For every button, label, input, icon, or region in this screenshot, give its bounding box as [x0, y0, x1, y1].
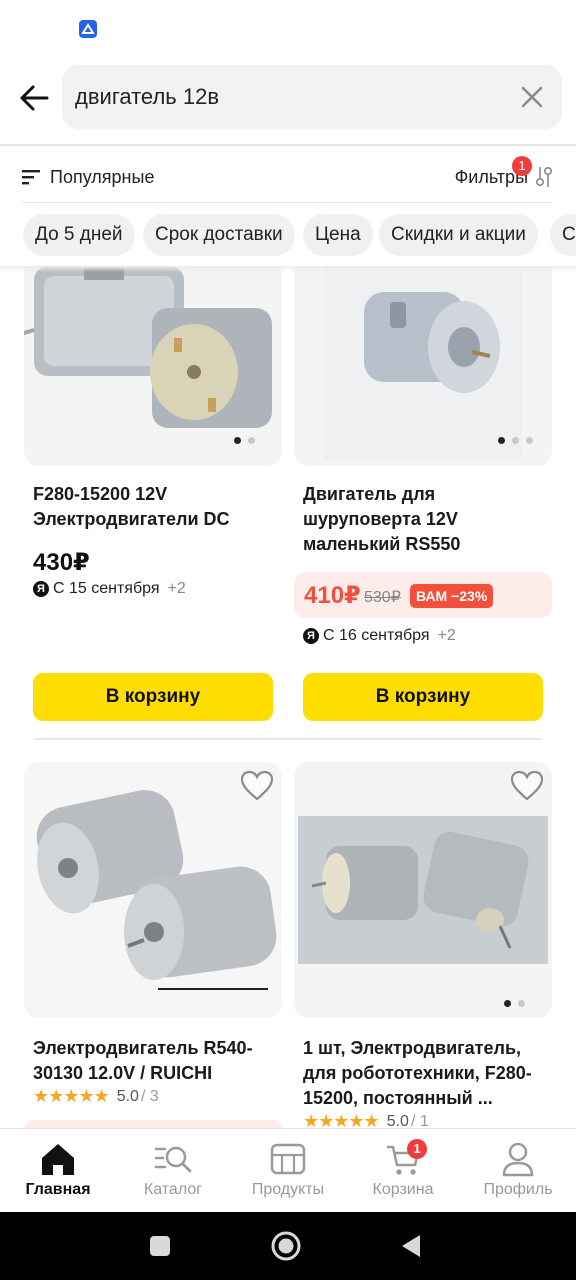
image-carousel-dots: [234, 437, 255, 444]
rating-stars: ★★★★★: [33, 1086, 110, 1106]
nav-label: Корзина: [372, 1181, 434, 1198]
sale-price-box: 410₽ 530₽ ВАМ −23%: [294, 572, 552, 618]
sort-button[interactable]: Популярные: [22, 164, 154, 190]
add-to-cart-button[interactable]: В корзину: [33, 673, 273, 721]
sort-label: Популярные: [50, 166, 155, 187]
rating-count: / 1: [410, 1112, 429, 1129]
small-dc-motor-image: [24, 266, 272, 428]
nav-products[interactable]: Продукты: [233, 1141, 343, 1203]
status-bar: [0, 0, 576, 56]
product-image[interactable]: [24, 762, 282, 1018]
grocery-basket-icon: [270, 1143, 306, 1175]
rs550-motor-image: [324, 266, 522, 460]
sort-divider: [22, 202, 552, 203]
sort-filter-bar: Популярные Фильтры 1: [0, 146, 576, 204]
product-rating: ★★★★★ 5.0 / 3: [33, 1086, 159, 1107]
favorite-button[interactable]: [510, 770, 544, 802]
product-rating: ★★★★★ 5.0 / 1: [303, 1111, 429, 1128]
filters-count-badge: 1: [512, 156, 532, 176]
sale-box-peek: [24, 1120, 282, 1128]
recents-square-icon: [150, 1236, 170, 1256]
system-navigation-bar: [0, 1212, 576, 1280]
image-carousel-dots: [504, 1000, 525, 1007]
recents-button[interactable]: [144, 1230, 176, 1262]
product-title[interactable]: Электродвигатель R540-30130 12.0V / RUIC…: [33, 1036, 283, 1086]
chip-delivery-time[interactable]: Срок доставки: [143, 214, 295, 256]
product-image[interactable]: [294, 266, 552, 466]
filters-button[interactable]: Фильтры 1: [455, 156, 554, 190]
old-price: 530₽: [364, 589, 401, 606]
row-divider: [34, 738, 542, 740]
search-header: двигатель 12в: [0, 56, 576, 144]
product-image[interactable]: [294, 762, 552, 1018]
favorite-button[interactable]: [240, 770, 274, 802]
cart-count-badge: 1: [407, 1139, 427, 1159]
profile-icon: [502, 1142, 534, 1177]
yandex-logo-icon: Я: [303, 628, 319, 644]
rating-stars: ★★★★★: [303, 1111, 380, 1128]
chip-discounts[interactable]: Скидки и акции: [379, 214, 538, 256]
delivery-extra-count: +2: [167, 580, 186, 597]
home-system-button[interactable]: [270, 1230, 302, 1262]
add-to-cart-button[interactable]: В корзину: [303, 673, 543, 721]
heart-icon: [240, 770, 274, 801]
heart-icon: [510, 770, 544, 801]
delivery-info: Я С 15 сентября +2: [33, 580, 186, 598]
nav-label: Главная: [25, 1181, 91, 1198]
delivery-info: Я С 16 сентября +2: [303, 627, 456, 645]
nav-profile[interactable]: Профиль: [463, 1141, 573, 1203]
filters-sliders-icon: [535, 166, 553, 187]
discount-badge: ВАМ −23%: [410, 584, 494, 608]
chip-delivery-5-days[interactable]: До 5 дней: [23, 214, 135, 256]
search-query-text: двигатель 12в: [75, 84, 220, 109]
quick-filter-chips: До 5 дней Срок доставки Цена Скидки и ак…: [0, 214, 576, 258]
nav-home[interactable]: Главная: [3, 1141, 113, 1203]
nav-catalog[interactable]: Каталог: [118, 1141, 228, 1203]
delivery-date: С 16 сентября: [323, 627, 430, 644]
close-icon: [521, 86, 543, 108]
search-input[interactable]: двигатель 12в: [62, 65, 562, 129]
product-title[interactable]: Двигатель для шуруповерта 12V маленький …: [303, 482, 553, 557]
nav-cart[interactable]: 1 Корзина: [348, 1139, 458, 1203]
chip-price[interactable]: Цена: [303, 214, 373, 256]
back-system-button[interactable]: [396, 1230, 428, 1262]
rating-value: 5.0: [386, 1112, 409, 1129]
product-image[interactable]: [24, 266, 282, 466]
sale-price: 410₽: [304, 582, 361, 609]
yandex-logo-icon: Я: [33, 581, 49, 597]
rating-value: 5.0: [116, 1087, 139, 1105]
sort-icon: [22, 170, 40, 185]
image-carousel-dots: [498, 437, 533, 444]
back-button[interactable]: [14, 78, 54, 118]
product-feed[interactable]: F280-15200 12V Электродвигатели DC 430₽ …: [0, 266, 576, 1128]
chip-more[interactable]: Со: [550, 214, 576, 256]
catalog-search-icon: [154, 1146, 192, 1173]
rating-count: / 3: [140, 1087, 159, 1105]
nav-label: Продукты: [251, 1181, 325, 1198]
arrow-left-icon: [20, 85, 49, 111]
home-icon: [42, 1144, 74, 1175]
clear-search-button[interactable]: [518, 83, 546, 111]
nav-label: Каталог: [143, 1181, 203, 1198]
feed-top-shadow: [0, 266, 576, 272]
bottom-navigation: Главная Каталог Продукты 1 Корзина Профи…: [0, 1128, 576, 1212]
nav-label: Профиль: [483, 1181, 553, 1198]
home-circle-icon: [271, 1231, 301, 1261]
delivery-extra-count: +2: [437, 627, 456, 644]
delivery-date: С 15 сентября: [53, 580, 160, 597]
product-title[interactable]: 1 шт, Электродвигатель, для робототехник…: [303, 1036, 553, 1111]
app-notification-icon: [79, 20, 97, 38]
product-price: 430₽: [33, 549, 90, 576]
product-title[interactable]: F280-15200 12V Электродвигатели DC: [33, 482, 283, 532]
back-triangle-icon: [402, 1235, 420, 1257]
